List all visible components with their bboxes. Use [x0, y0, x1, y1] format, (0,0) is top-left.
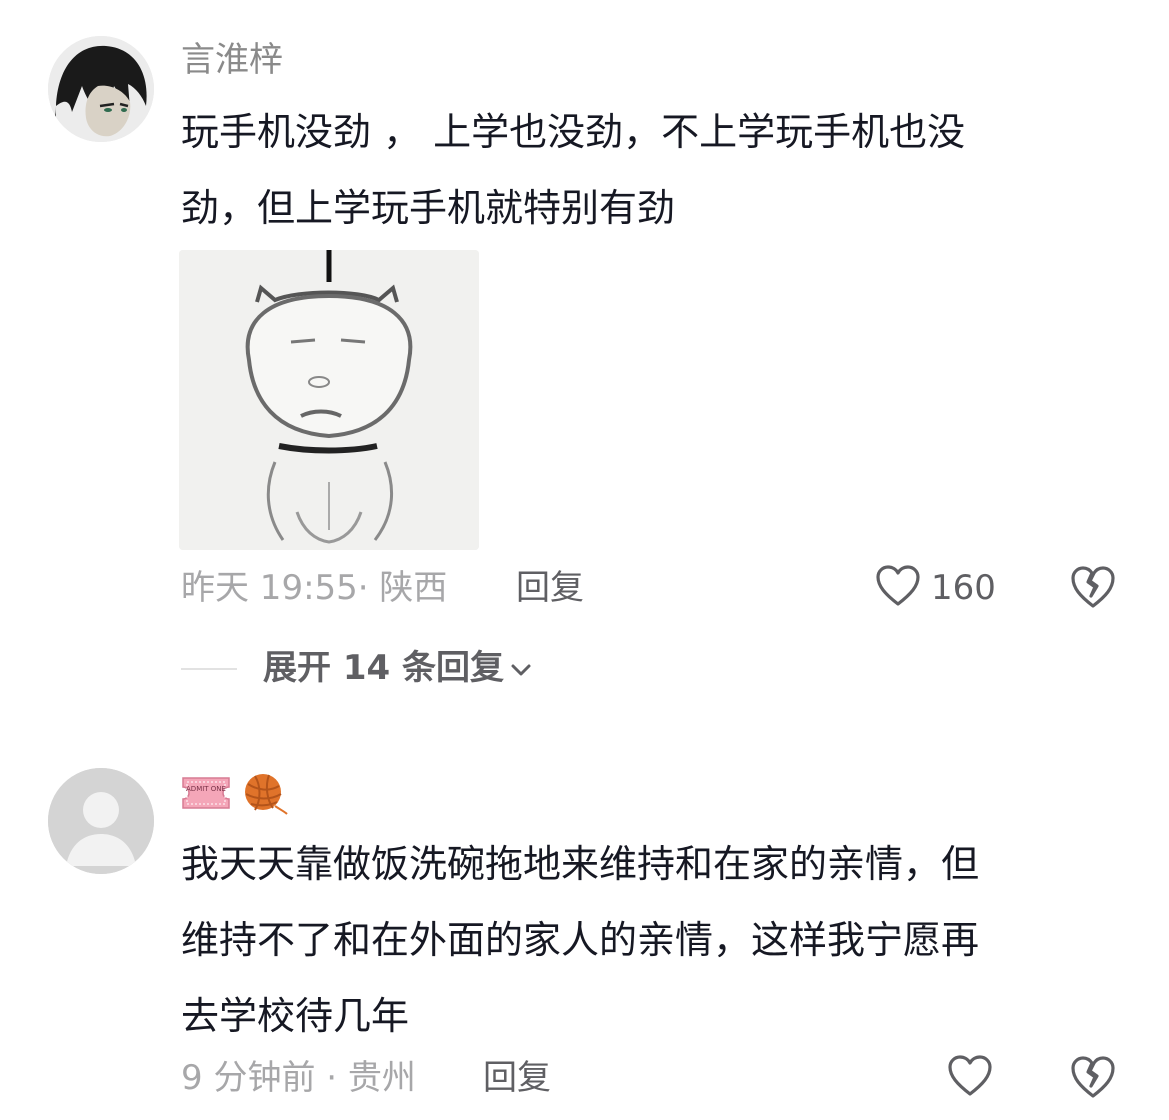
expand-replies-label: 展开 14 条回复 [263, 648, 504, 688]
chevron-down-icon [511, 664, 531, 675]
meme-sticker-image[interactable] [179, 250, 479, 550]
comment-item: ADMIT ONE 我天天靠做饭洗碗拖地来维持和在家的亲情，但 维持不了和在外面… [0, 740, 1169, 1120]
like-count: 160 [931, 568, 996, 608]
avatar[interactable] [48, 768, 154, 874]
expand-replies-button[interactable]: 展开 14 条回复 [263, 646, 532, 690]
time-location: 昨天 19:55· 陕西 [181, 568, 448, 608]
admit-one-ticket-badge: ADMIT ONE [182, 777, 230, 809]
comment-text: 我天天靠做饭洗碗拖地来维持和在家的亲情，但 维持不了和在外面的家人的亲情，这样我… [181, 826, 1121, 1054]
divider-line [181, 668, 237, 670]
reply-button[interactable]: 回复 [516, 568, 584, 608]
comment-text-line: 我天天靠做饭洗碗拖地来维持和在家的亲情，但 [181, 842, 980, 886]
comment-text-line: 维持不了和在外面的家人的亲情，这样我宁愿再 [181, 918, 980, 962]
broken-heart-icon [1071, 1056, 1115, 1098]
comment-text-line: 去学校待几年 [181, 994, 410, 1038]
comment-text: 玩手机没劲 ， 上学也没劲，不上学玩手机也没 劲，但上学玩手机就特别有劲 [181, 94, 1121, 246]
yarn-ball-badge [245, 774, 288, 815]
reply-button[interactable]: 回复 [483, 1058, 551, 1098]
comment-meta-row: 昨天 19:55· 陕西 回复 160 [181, 560, 1129, 616]
heart-outline-icon [876, 565, 920, 606]
broken-heart-icon [1071, 566, 1115, 608]
heart-outline-icon [948, 1055, 992, 1096]
time-location: 9 分钟前 · 贵州 [181, 1058, 416, 1098]
comment-item: 言淮梓 玩手机没劲 ， 上学也没劲，不上学玩手机也没 劲，但上学玩手机就特别有劲… [0, 0, 1169, 740]
avatar[interactable] [48, 36, 154, 142]
username[interactable]: 言淮梓 [181, 38, 283, 82]
badge-label: ADMIT ONE [186, 785, 226, 793]
comment-text-line: 玩手机没劲 ， 上学也没劲，不上学玩手机也没 [181, 110, 966, 154]
comment-text-line: 劲，但上学玩手机就特别有劲 [181, 186, 676, 230]
dislike-button[interactable] [1069, 564, 1117, 614]
dislike-button[interactable] [1069, 1054, 1117, 1104]
comment-meta-row: 9 分钟前 · 贵州 回复 [181, 1050, 1129, 1106]
default-person-icon [48, 768, 154, 874]
